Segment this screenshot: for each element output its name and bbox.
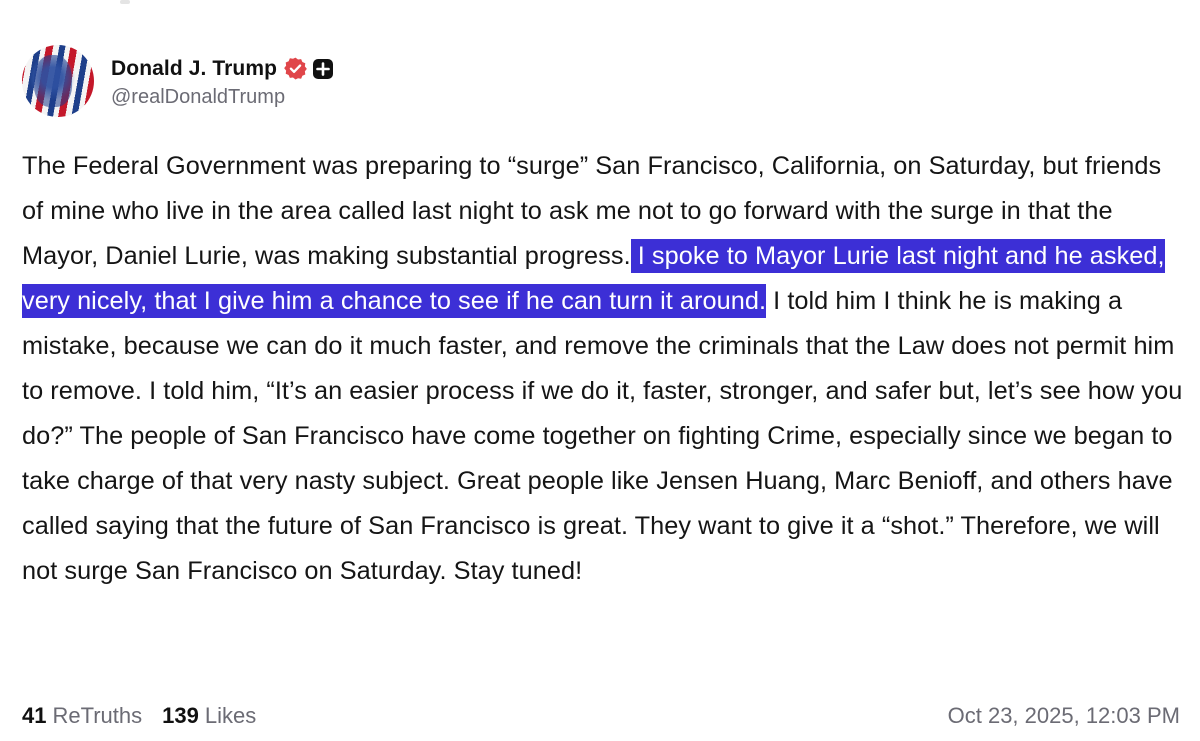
top-divider-fragment: [120, 0, 130, 4]
post-footer: 41 ReTruths 139 Likes Oct 23, 2025, 12:0…: [22, 700, 1180, 732]
avatar-face: [34, 55, 72, 107]
avatar[interactable]: [22, 45, 94, 117]
plus-badge-icon: [312, 58, 334, 80]
author-info: Donald J. Trump @realDonaldTrump: [111, 54, 334, 109]
retruths-label[interactable]: ReTruths: [52, 703, 142, 729]
verified-badge-icon: [283, 56, 308, 81]
retruths-count[interactable]: 41: [22, 703, 46, 729]
likes-label[interactable]: Likes: [205, 703, 256, 729]
likes-count[interactable]: 139: [162, 703, 199, 729]
name-row: Donald J. Trump: [111, 54, 334, 84]
author-display-name[interactable]: Donald J. Trump: [111, 57, 277, 81]
post-header: Donald J. Trump @realDonaldTrump: [22, 45, 334, 117]
post-text: The Federal Government was preparing to …: [22, 144, 1187, 594]
post-text-continued: I told him I think he is making a mistak…: [22, 287, 1183, 585]
author-handle[interactable]: @realDonaldTrump: [111, 86, 334, 109]
post-timestamp[interactable]: Oct 23, 2025, 12:03 PM: [948, 703, 1180, 729]
